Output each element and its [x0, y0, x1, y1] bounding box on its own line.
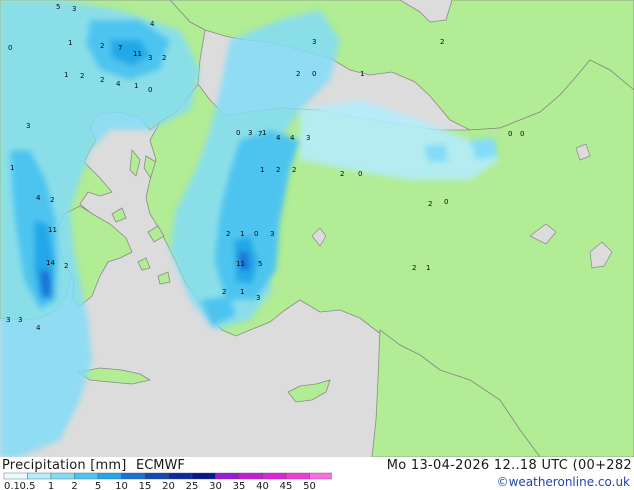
- colorbar-swatch: [3, 472, 28, 480]
- colorbar-swatch: [285, 472, 310, 480]
- footer-bar: Precipitation [mm] ECMWF Mo 13-04-2026 1…: [0, 457, 634, 490]
- station-value: 7: [118, 44, 122, 52]
- station-value: 3: [72, 5, 76, 13]
- station-value: 1: [360, 70, 364, 78]
- station-value: 3: [148, 54, 152, 62]
- station-value: 2: [412, 264, 416, 272]
- colorbar-label: 20: [162, 481, 175, 490]
- colorbar-label: 10: [115, 481, 128, 490]
- station-value: 2: [50, 196, 54, 204]
- station-value: 2: [80, 72, 84, 80]
- station-value: 1: [262, 129, 266, 137]
- station-value: 0: [148, 86, 152, 94]
- colorbar-label: 30: [209, 481, 222, 490]
- station-value: 2: [440, 38, 444, 46]
- station-value: 11: [236, 260, 245, 268]
- station-value: 5: [56, 3, 60, 11]
- colorbar-swatch: [50, 472, 75, 480]
- station-value: 3: [248, 129, 252, 137]
- station-value: 2: [276, 166, 280, 174]
- colorbar-swatch: [191, 472, 216, 480]
- station-value: 4: [116, 80, 121, 88]
- colorbar-label: 40: [256, 481, 269, 490]
- station-value: 14: [46, 259, 55, 267]
- station-value: 3: [256, 294, 260, 302]
- colorbar-swatch: [168, 472, 193, 480]
- station-value: 0: [520, 130, 524, 138]
- colorbar-label: 25: [186, 481, 199, 490]
- station-value: 1: [10, 164, 14, 172]
- station-value: 1: [260, 166, 264, 174]
- station-value: 2: [162, 54, 166, 62]
- precip-east-cell-2: [424, 144, 448, 162]
- colorbar-label: 45: [280, 481, 293, 490]
- colorbar-swatch: [97, 472, 122, 480]
- colorbar-swatch: [121, 472, 146, 480]
- station-value: 2: [340, 170, 344, 178]
- station-value: 0: [444, 198, 448, 206]
- colorbar-label: 5: [95, 481, 101, 490]
- colorbar-label: 0.1: [4, 481, 20, 490]
- station-value: 11: [48, 226, 57, 234]
- station-value: 2: [100, 76, 104, 84]
- station-value: 1: [134, 82, 138, 90]
- station-value: 0: [508, 130, 512, 138]
- station-value: 1: [64, 71, 68, 79]
- colorbar-swatch: [262, 472, 287, 480]
- station-value: 3: [26, 122, 30, 130]
- station-value: 2: [296, 70, 300, 78]
- colorbar-swatch: [238, 472, 263, 480]
- station-value: 3: [18, 316, 22, 324]
- colorbar-label: 35: [233, 481, 246, 490]
- station-value: 2: [100, 42, 104, 50]
- station-value: 3: [312, 38, 316, 46]
- station-value: 2: [428, 200, 432, 208]
- colorbar-label: 1: [48, 481, 54, 490]
- station-value: 11: [133, 50, 142, 58]
- map-canvas: 5 3401 2 711 3 21 2 2 4 1 0311114 24 2334232 0 10 3 141 2…: [0, 0, 634, 457]
- station-value: 3: [306, 134, 310, 142]
- colorbar-swatch: [215, 472, 240, 480]
- colorbar-label: 50: [303, 481, 316, 490]
- station-value: 4: [36, 194, 41, 202]
- station-value: 0: [358, 170, 362, 178]
- station-value: 7: [258, 130, 262, 138]
- station-value: 2: [226, 230, 230, 238]
- station-value: 2: [222, 288, 226, 296]
- station-value: 4: [276, 134, 281, 142]
- valid-datetime: Mo 13-04-2026 12..18 UTC (00+282: [386, 458, 632, 473]
- station-value: 0: [8, 44, 12, 52]
- precip-colorbar: 0.1 0.5 1 2 5 10 15 20 25 30 35 40 45 50: [3, 472, 332, 490]
- station-value: 0: [236, 129, 240, 137]
- colorbar-swatch: [74, 472, 99, 480]
- station-value: 1: [426, 264, 430, 272]
- station-value: 1: [240, 230, 244, 238]
- station-value: 0: [254, 230, 258, 238]
- station-value: 0: [312, 70, 316, 78]
- station-value: 3: [270, 230, 274, 238]
- station-value: 2: [292, 166, 296, 174]
- station-value: 1: [240, 288, 244, 296]
- colorbar-swatch: [309, 472, 332, 480]
- map-title: Precipitation [mm]: [2, 458, 127, 473]
- credit-link[interactable]: ©weatheronline.co.uk: [497, 475, 630, 489]
- station-value: 3: [6, 316, 10, 324]
- colorbar-swatch: [144, 472, 169, 480]
- colorbar-swatch: [27, 472, 52, 480]
- station-value: 4: [290, 134, 295, 142]
- station-value: 2: [64, 262, 68, 270]
- station-value: 4: [36, 324, 41, 332]
- colorbar-label: 15: [139, 481, 152, 490]
- model-name: ECMWF: [136, 458, 185, 473]
- colorbar-label: 2: [71, 481, 77, 490]
- colorbar-label: 0.5: [20, 481, 36, 490]
- precipitation-map: 5 3 4 0 1 2 7 11 3 2 1 2 2 4 1 0 3 1 11 14 2 4 2 3 3 4 2 3 2 0 1 0 3 1 4 1 2…: [0, 0, 634, 457]
- station-value: 5: [258, 260, 262, 268]
- station-value: 1: [68, 39, 72, 47]
- station-value: 4: [150, 20, 155, 28]
